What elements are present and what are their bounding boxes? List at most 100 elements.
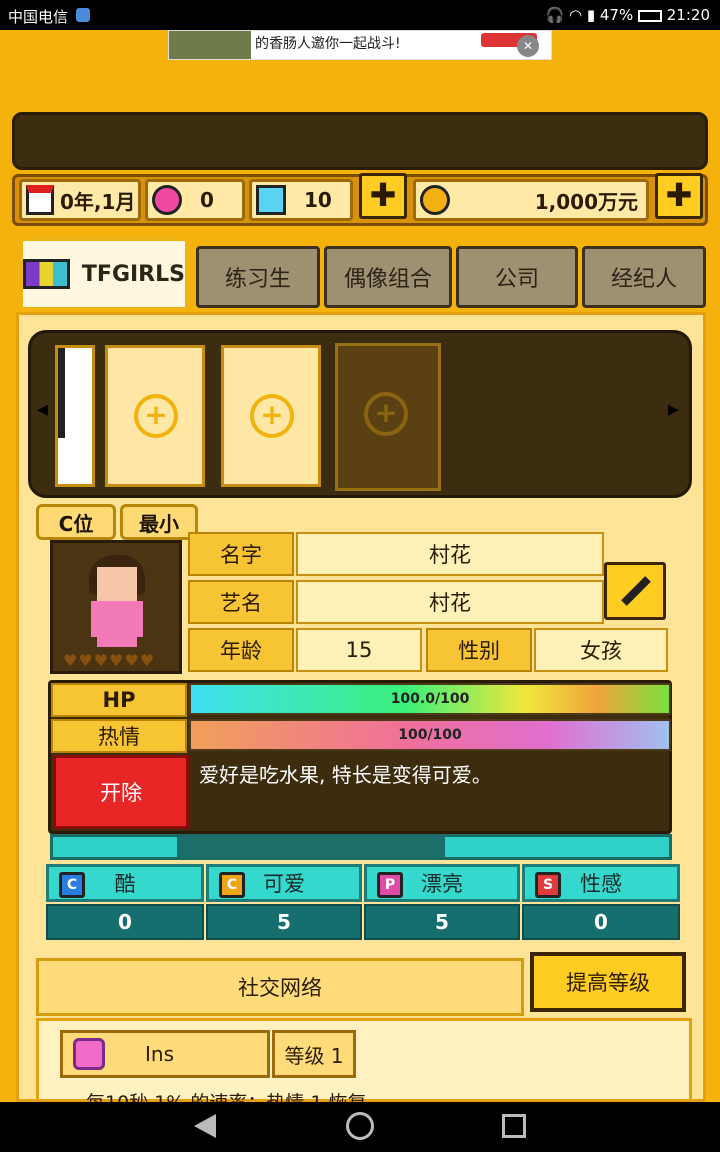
stat-label: 性感 [580, 872, 622, 896]
name-value: 村花 [296, 532, 604, 576]
tab-tfgirls[interactable]: TFGIRLS [20, 238, 188, 310]
carousel-left-arrow[interactable]: ◂ [37, 397, 48, 422]
description-text: 爱好是吃水果, 特长是变得可爱。 [199, 763, 492, 787]
diamond-counter: 10 [249, 179, 353, 221]
stat-icon: C [219, 872, 245, 898]
date-display: 0年,1月 [19, 179, 141, 221]
empty-slot-1[interactable]: + [105, 345, 205, 487]
app-notification-icon [76, 8, 90, 22]
stat-label: 酷 [114, 872, 136, 896]
add-diamonds-button[interactable]: ✚ [359, 173, 407, 219]
title-bar [12, 112, 708, 170]
tab-company[interactable]: 公司 [456, 246, 578, 308]
passion-label: 热情 [51, 719, 187, 753]
headset-icon: 🎧 [545, 6, 565, 24]
stat-header-0: C酷 [46, 864, 204, 902]
stat-icon: P [377, 872, 403, 898]
tab-trainees[interactable]: 练习生 [196, 246, 320, 308]
money-display: 1,000万元 [413, 179, 649, 221]
resource-bar: 0年,1月 0 10 ✚ 1,000万元 ✚ [12, 173, 708, 226]
add-member-icon: + [134, 394, 178, 438]
ins-level: 等级 1 [272, 1030, 356, 1078]
hp-bar: 100.0/100 [189, 683, 671, 715]
stat-label: 可爱 [263, 872, 305, 896]
diamond-icon [256, 185, 286, 215]
gem-counter: 0 [145, 179, 245, 221]
locked-slot[interactable]: + [335, 343, 441, 491]
tab-manager[interactable]: 经纪人 [582, 246, 706, 308]
rank-tag: 最小 [120, 504, 198, 540]
status-right: 🎧 ◠ ▮ 47% 21:20 [545, 6, 710, 24]
tab-idol-groups[interactable]: 偶像组合 [324, 246, 452, 308]
calendar-icon [26, 185, 54, 215]
battery-percent: 47% [599, 6, 634, 24]
passion-bar: 100/100 [189, 719, 671, 751]
carrier-label: 中国电信 [8, 8, 69, 26]
system-nav-bar [0, 1102, 720, 1152]
ad-banner[interactable]: 的香肠人邀你一起战斗! ✕ [168, 30, 552, 60]
stat-value: 5 [206, 904, 362, 940]
diamond-count: 10 [304, 188, 332, 212]
member-avatar-partial [58, 348, 92, 438]
stat-icon: S [535, 872, 561, 898]
pink-gem-icon [152, 185, 182, 215]
social-network-header: 社交网络 [36, 958, 524, 1016]
add-money-button[interactable]: ✚ [655, 173, 703, 219]
member-portrait: ♥♥♥♥♥♥ [50, 540, 182, 674]
add-member-icon: + [364, 392, 408, 436]
teal-strip [50, 834, 672, 860]
skirt [97, 637, 137, 647]
stat-header-3: S 性感 [522, 864, 680, 902]
age-value: 15 [296, 628, 422, 672]
empty-slot-2[interactable]: + [221, 345, 321, 487]
stat-header-2: P 漂亮 [364, 864, 520, 902]
status-panel: HP 100.0/100 热情 100/100 开除 爱好是吃水果, 特长是变得… [48, 680, 672, 834]
age-label: 年龄 [188, 628, 294, 672]
pencil-icon [621, 576, 651, 606]
carousel-right-arrow[interactable]: ▸ [668, 397, 679, 422]
stage-name-label: 艺名 [188, 580, 294, 624]
tab-label: TFGIRLS [81, 261, 185, 287]
ins-rate-text: 每10秒 1% 的速率：热情 1 恢复 [86, 1088, 367, 1102]
stat-value: 0 [522, 904, 680, 940]
back-icon[interactable] [194, 1114, 216, 1138]
stat-value: 0 [46, 904, 204, 940]
ad-thumbnail [169, 31, 251, 59]
gem-count: 0 [200, 188, 214, 212]
gender-label: 性别 [426, 628, 532, 672]
stat-header-1: C 可爱 [206, 864, 362, 902]
ad-close-icon[interactable]: ✕ [517, 35, 539, 57]
stat-value: 5 [364, 904, 520, 940]
fire-button[interactable]: 开除 [53, 755, 189, 829]
shirt [91, 601, 143, 637]
ins-icon [73, 1038, 105, 1070]
member-carousel: ◂ + + + ▸ [28, 330, 692, 498]
stage-name-value: 村花 [296, 580, 604, 624]
edit-name-button[interactable] [604, 562, 666, 620]
add-member-icon: + [250, 394, 294, 438]
wifi-icon: ◠ [568, 6, 583, 24]
hp-text: 100.0/100 [390, 691, 470, 707]
hearts-icon: ♥♥♥♥♥♥ [63, 651, 156, 670]
money-amount: 1,000万元 [534, 189, 638, 214]
stat-icon: C [59, 872, 85, 898]
face [97, 567, 137, 601]
main-tabs: TFGIRLS 练习生 偶像组合 公司 经纪人 [16, 238, 706, 314]
battery-icon [637, 9, 662, 22]
signal-icon: ▮ [586, 6, 596, 24]
teal-strip-dark [177, 837, 445, 857]
member-card-partial[interactable] [55, 345, 95, 487]
coin-icon [420, 185, 450, 215]
status-bar: 中国电信 🎧 ◠ ▮ 47% 21:20 [0, 0, 720, 30]
position-tag: C位 [36, 504, 116, 540]
ad-text: 的香肠人邀你一起战斗! [255, 36, 401, 52]
gender-value: 女孩 [534, 628, 668, 672]
stat-label: 漂亮 [421, 872, 463, 896]
date-text: 0年,1月 [60, 189, 136, 214]
recents-icon[interactable] [502, 1114, 526, 1138]
home-icon[interactable] [346, 1112, 374, 1140]
hp-label: HP [51, 683, 187, 717]
group-icon [23, 259, 70, 289]
clock: 21:20 [666, 6, 710, 24]
upgrade-button[interactable]: 提高等级 [530, 952, 686, 1012]
